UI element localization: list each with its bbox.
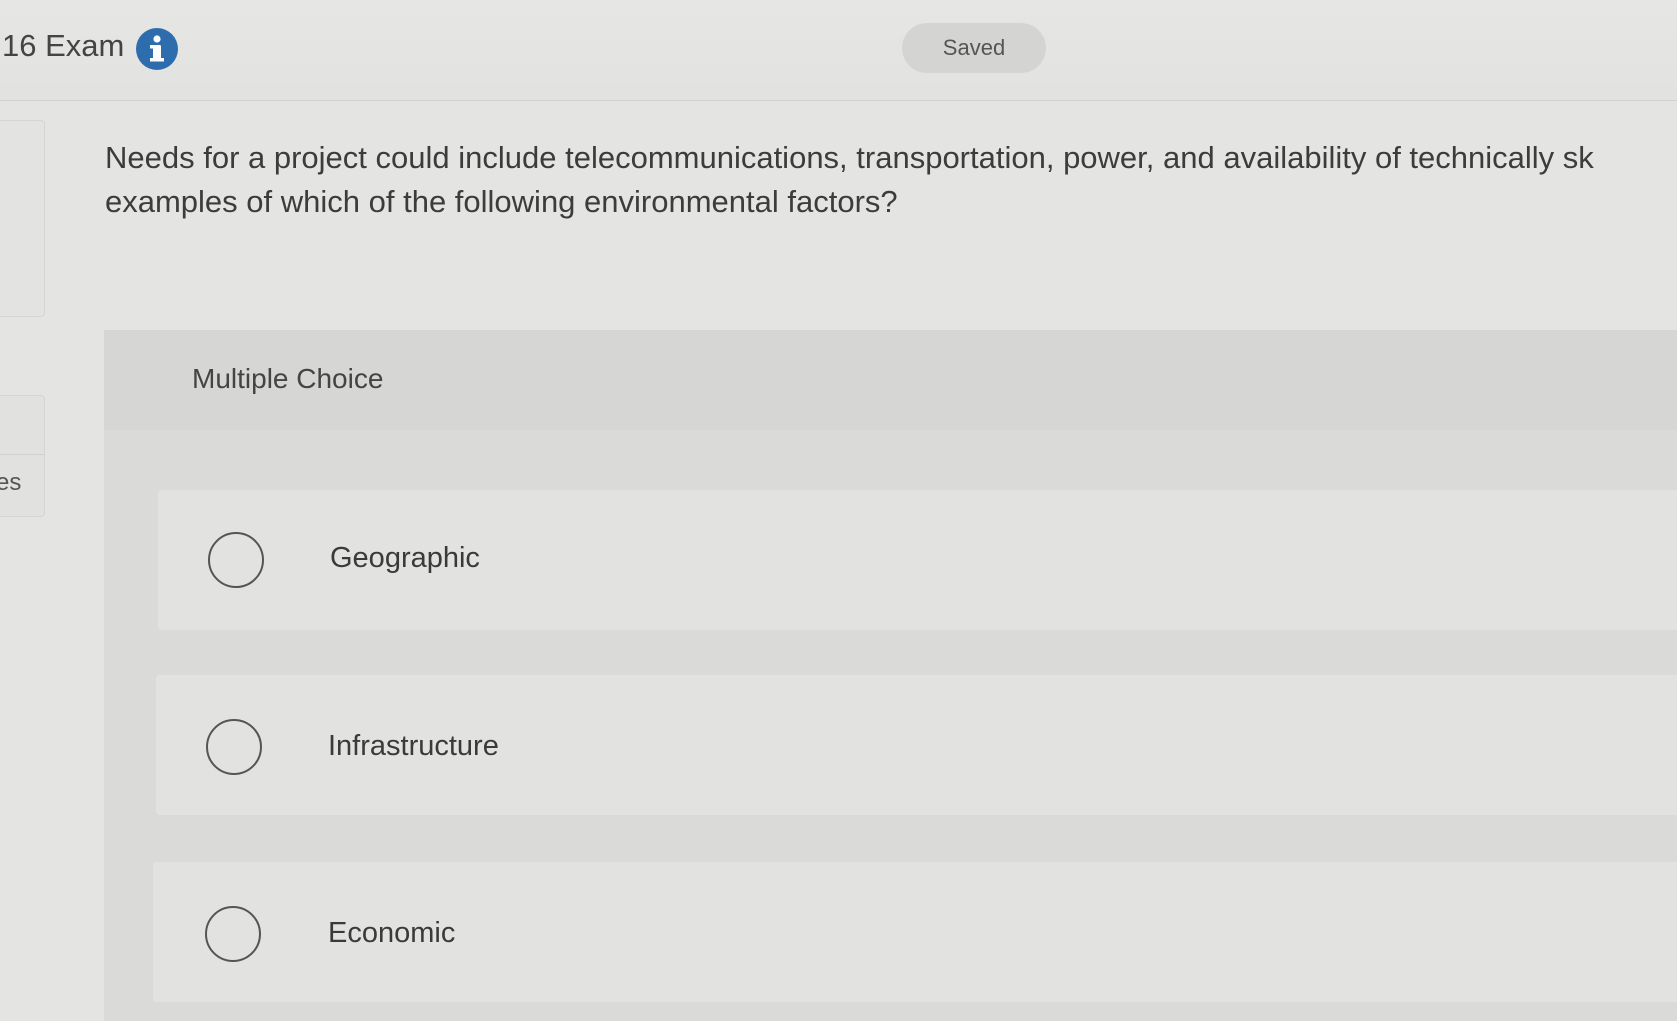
answer-option-economic[interactable]: Economic bbox=[153, 862, 1677, 1002]
answer-option-geographic[interactable]: Geographic bbox=[158, 490, 1677, 630]
option-label[interactable]: Economic bbox=[328, 917, 455, 950]
radio-button[interactable] bbox=[206, 719, 262, 775]
info-icon[interactable] bbox=[136, 28, 178, 70]
exam-title: 16 Exam bbox=[2, 28, 125, 63]
saved-status-badge: Saved bbox=[902, 23, 1046, 73]
question-type-label: Multiple Choice bbox=[192, 363, 384, 394]
radio-button[interactable] bbox=[205, 906, 261, 962]
radio-button[interactable] bbox=[208, 532, 264, 588]
question-line-1: Needs for a project could include teleco… bbox=[105, 140, 1594, 175]
sidebar-divider bbox=[0, 454, 44, 455]
option-label[interactable]: Infrastructure bbox=[328, 730, 499, 763]
answer-option-infrastructure[interactable]: Infrastructure bbox=[156, 675, 1677, 815]
top-bar: 16 Exam Saved bbox=[0, 0, 1677, 101]
question-text: Needs for a project could include teleco… bbox=[105, 136, 1677, 224]
question-line-2: examples of which of the following envir… bbox=[105, 184, 898, 219]
sidebar-partial-label[interactable]: es bbox=[0, 469, 21, 497]
option-label[interactable]: Geographic bbox=[330, 542, 480, 575]
sidebar-panel-bottom[interactable] bbox=[0, 395, 45, 517]
sidebar-panel-top[interactable] bbox=[0, 120, 45, 317]
